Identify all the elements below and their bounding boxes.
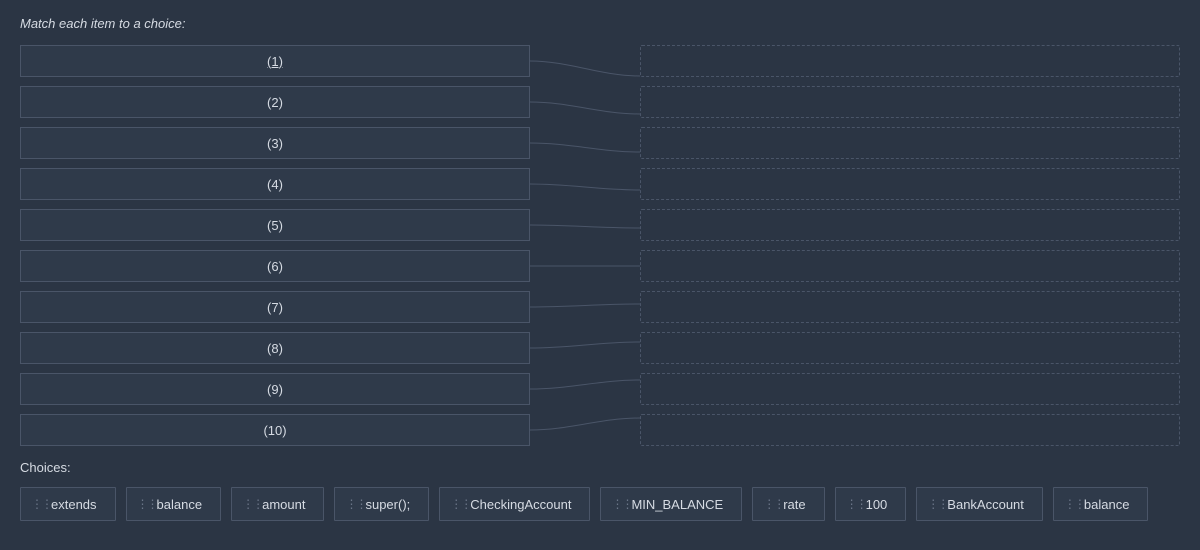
drop-target-8[interactable] [640,332,1180,364]
grip-icon [31,502,41,507]
connector [530,127,640,159]
choice-label: rate [783,497,805,512]
drop-target-9[interactable] [640,373,1180,405]
choice-balance[interactable]: balance [126,487,222,521]
choice-super[interactable]: super(); [334,487,429,521]
grip-icon [1064,502,1074,507]
choice-100[interactable]: 100 [835,487,907,521]
connector [530,373,640,405]
choice-label: extends [51,497,97,512]
match-item-7: (7) [20,291,530,323]
choice-checkingaccount[interactable]: CheckingAccount [439,487,590,521]
match-item-9: (9) [20,373,530,405]
drop-target-10[interactable] [640,414,1180,446]
choice-min-balance[interactable]: MIN_BALANCE [600,487,742,521]
drop-target-5[interactable] [640,209,1180,241]
choice-label: BankAccount [947,497,1024,512]
drop-target-3[interactable] [640,127,1180,159]
choice-label: balance [1084,497,1130,512]
connector [530,414,640,446]
choice-label: 100 [866,497,888,512]
match-item-3: (3) [20,127,530,159]
drop-target-2[interactable] [640,86,1180,118]
grip-icon [450,502,460,507]
choice-amount[interactable]: amount [231,487,324,521]
choice-balance-2[interactable]: balance [1053,487,1149,521]
match-item-6: (6) [20,250,530,282]
connector [530,332,640,364]
drop-target-6[interactable] [640,250,1180,282]
choice-label: super(); [365,497,410,512]
grip-icon [137,502,147,507]
connector [530,291,640,323]
grip-icon [763,502,773,507]
match-item-5: (5) [20,209,530,241]
match-item-1: (1) [20,45,530,77]
choices-row: extends balance amount super(); Checking… [20,487,1180,521]
connector [530,168,640,200]
choice-label: amount [262,497,305,512]
choice-rate[interactable]: rate [752,487,824,521]
grip-icon [611,502,621,507]
instruction-text: Match each item to a choice: [20,16,1180,31]
match-item-2: (2) [20,86,530,118]
choice-bankaccount[interactable]: BankAccount [916,487,1043,521]
connector [530,209,640,241]
match-area: (1) (2) (3) (4) (5) (6) (7) (8) (9) [20,45,1180,446]
choice-extends[interactable]: extends [20,487,116,521]
drop-target-7[interactable] [640,291,1180,323]
choice-label: MIN_BALANCE [631,497,723,512]
connector [530,86,640,118]
grip-icon [242,502,252,507]
choice-label: CheckingAccount [470,497,571,512]
connector [530,45,640,77]
match-item-10: (10) [20,414,530,446]
drop-target-1[interactable] [640,45,1180,77]
choices-heading: Choices: [20,460,1180,475]
drop-target-4[interactable] [640,168,1180,200]
grip-icon [345,502,355,507]
choice-label: balance [157,497,203,512]
connector [530,250,640,282]
grip-icon [927,502,937,507]
grip-icon [846,502,856,507]
match-item-8: (8) [20,332,530,364]
match-item-4: (4) [20,168,530,200]
